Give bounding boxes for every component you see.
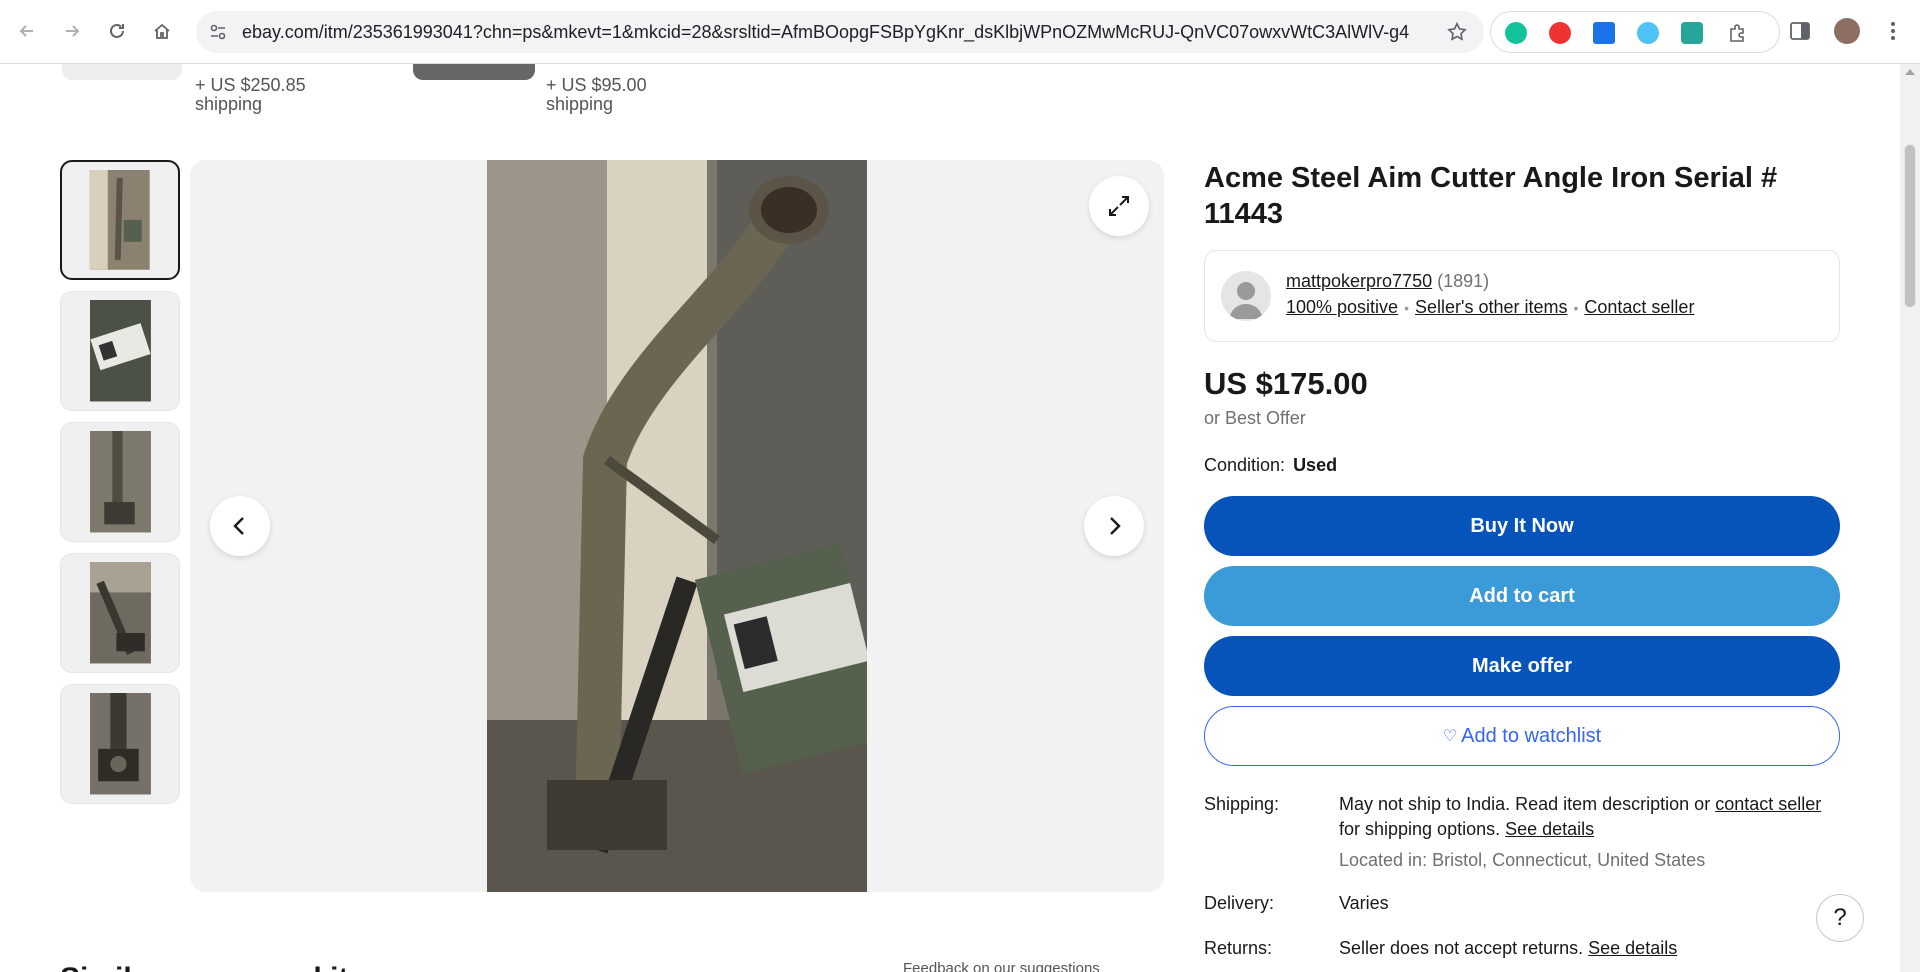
item-title: Acme Steel Aim Cutter Angle Iron Serial …: [1204, 162, 1778, 230]
arrow-left-icon: [19, 25, 33, 37]
page-content: + US $250.85 shipping + US $95.00 shippi…: [0, 64, 1900, 972]
delivery-value: Varies: [1339, 893, 1389, 913]
seller-feedback-count: (1891): [1437, 271, 1490, 291]
condition-label: Condition:: [1204, 455, 1286, 475]
delivery-row: Delivery: Varies: [1204, 891, 1840, 916]
heart-icon: ♡: [1442, 728, 1458, 745]
make-offer-button[interactable]: Make offer: [1204, 636, 1840, 696]
thumbnail-2[interactable]: [60, 291, 180, 411]
returns-label: Returns:: [1204, 938, 1273, 958]
puzzle-icon[interactable]: [1727, 22, 1749, 44]
thumbnail-image: [89, 300, 151, 402]
seller-name-link[interactable]: mattpokerpro7750: [1286, 271, 1432, 291]
best-offer-note: or Best Offer: [1204, 408, 1306, 428]
seller-avatar[interactable]: [1221, 271, 1271, 321]
contact-seller-shipping-link[interactable]: contact seller: [1715, 794, 1821, 814]
related-item-shipping: + US $250.85 shipping: [195, 76, 306, 114]
thumbnail-image: [89, 562, 151, 664]
network-extension-icon[interactable]: [1637, 22, 1659, 44]
seller-links: 100% positive • Seller's other items • Conta…: [1286, 297, 1694, 318]
main-product-image: [487, 160, 867, 892]
related-item-image[interactable]: [413, 64, 535, 80]
item-details: Acme Steel Aim Cutter Angle Iron Serial …: [1204, 160, 1840, 961]
watchlist-label: Add to watchlist: [1461, 724, 1602, 747]
browser-toolbar: ebay.com/itm/235361993041?chn=ps&mkevt=1…: [0, 0, 1920, 64]
feedback-suggestions-link[interactable]: Feedback on our suggestions: [903, 960, 1100, 972]
thumbnail-1[interactable]: [60, 160, 180, 280]
returns-row: Returns: Seller does not accept returns.…: [1204, 936, 1840, 961]
pokeball-icon[interactable]: [1549, 22, 1571, 44]
profile-avatar[interactable]: [1834, 18, 1860, 44]
shipping-row: Shipping: May not ship to India. Read it…: [1204, 792, 1840, 873]
related-item-image[interactable]: [62, 64, 182, 80]
condition-row: Condition: Used: [1204, 455, 1840, 476]
site-settings-icon[interactable]: [208, 22, 228, 42]
seller-other-items-link[interactable]: Seller's other items: [1415, 297, 1568, 317]
scroll-up-arrow-icon[interactable]: [1905, 69, 1915, 75]
seller-card: mattpokerpro7750 (1891) 100% positive • Se…: [1204, 250, 1840, 342]
help-button[interactable]: ?: [1816, 894, 1864, 942]
address-bar[interactable]: ebay.com/itm/235361993041?chn=ps&mkevt=1…: [196, 11, 1484, 53]
shipping-label: shipping: [195, 94, 263, 114]
shipping-price: + US $250.85: [195, 75, 306, 95]
url-text[interactable]: ebay.com/itm/235361993041?chn=ps&mkevt=1…: [242, 22, 1409, 43]
shipping-label: Shipping:: [1204, 794, 1280, 814]
returns-text: Seller does not accept returns.: [1339, 938, 1589, 958]
seller-positive-link[interactable]: 100% positive: [1286, 297, 1398, 317]
grammarly-icon[interactable]: [1505, 22, 1527, 44]
back-button[interactable]: [10, 14, 44, 48]
expand-icon: [1109, 196, 1129, 216]
shipping-text: May not ship to India. Read item descrip…: [1339, 794, 1716, 814]
shipping-text: for shipping options.: [1339, 819, 1506, 839]
side-panel-icon[interactable]: [1787, 18, 1813, 44]
similar-items-heading: Similar sponsored items: [60, 962, 408, 972]
extension-icon[interactable]: [1681, 22, 1703, 44]
returns-value: Seller does not accept returns. See deta…: [1339, 936, 1840, 961]
add-to-cart-button[interactable]: Add to cart: [1204, 566, 1840, 626]
forward-button[interactable]: [55, 14, 89, 48]
thumbnail-3[interactable]: [60, 422, 180, 542]
next-image-button[interactable]: [1084, 496, 1144, 556]
expand-button[interactable]: [1089, 176, 1149, 236]
contact-seller-link[interactable]: Contact seller: [1584, 297, 1694, 317]
reload-button[interactable]: [100, 14, 134, 48]
thumbnail-image: [89, 693, 151, 795]
thumbnail-image: [89, 431, 151, 533]
chevron-left-icon: [233, 517, 244, 535]
shipping-price: + US $95.00: [546, 75, 647, 95]
related-item-shipping: + US $95.00 shipping: [546, 76, 647, 114]
separator-dot: •: [1573, 300, 1579, 316]
returns-see-details-link[interactable]: See details: [1588, 938, 1677, 958]
thumbnail-5[interactable]: [60, 684, 180, 804]
bookmark-star-icon[interactable]: [1446, 21, 1468, 43]
thumbnail-image: [90, 170, 150, 270]
separator-dot: •: [1404, 300, 1409, 316]
seller-name-row: mattpokerpro7750 (1891): [1286, 271, 1489, 292]
item-location: Located in: Bristol, Connecticut, United…: [1339, 850, 1706, 870]
chart-extension-icon[interactable]: [1593, 22, 1615, 44]
shipping-label: shipping: [546, 94, 614, 114]
extensions-group: [1490, 11, 1780, 53]
buy-it-now-button[interactable]: Buy It Now: [1204, 496, 1840, 556]
menu-kebab-icon[interactable]: [1880, 18, 1906, 44]
reload-icon: [110, 23, 124, 38]
person-icon: [1229, 282, 1263, 319]
shipping-value: May not ship to India. Read item descrip…: [1339, 792, 1840, 873]
condition-value: Used: [1293, 455, 1338, 475]
scrollbar-thumb[interactable]: [1904, 144, 1916, 308]
add-to-watchlist-button[interactable]: ♡ Add to watchlist: [1204, 706, 1840, 766]
home-icon: [154, 23, 170, 39]
arrow-right-icon: [66, 25, 80, 37]
item-price: US $175.00: [1204, 366, 1368, 401]
main-image-viewer[interactable]: [190, 160, 1164, 892]
shipping-see-details-link[interactable]: See details: [1505, 819, 1594, 839]
thumbnail-4[interactable]: [60, 553, 180, 673]
previous-image-button[interactable]: [210, 496, 270, 556]
chevron-right-icon: [1110, 517, 1121, 535]
page-scrollbar[interactable]: [1900, 64, 1920, 972]
home-button[interactable]: [145, 14, 179, 48]
delivery-label: Delivery:: [1204, 893, 1275, 913]
